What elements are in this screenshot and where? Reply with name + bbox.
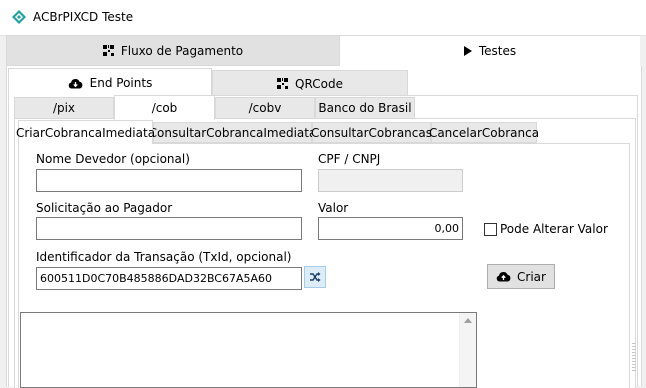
play-icon: [463, 46, 472, 56]
app-icon: [12, 10, 26, 24]
scroll-up-arrow-icon[interactable]: [464, 318, 472, 323]
response-memo[interactable]: [20, 312, 477, 388]
panel-scrollbar[interactable]: [630, 143, 638, 388]
tab-fluxo-de-pagamento[interactable]: Fluxo de Pagamento: [6, 35, 340, 66]
tab-testes-label: Testes: [478, 44, 517, 58]
cpf-cnpj-input[interactable]: [318, 169, 463, 192]
generate-txid-button[interactable]: [304, 266, 326, 288]
tab-criar-cobranca-imediata[interactable]: CriarCobrancaImediata: [16, 120, 155, 144]
solicitacao-label: Solicitação ao Pagador: [36, 201, 173, 215]
tab-cobv[interactable]: /cobv: [215, 97, 315, 119]
nome-devedor-label: Nome Devedor (opcional): [36, 152, 190, 166]
valor-input[interactable]: 0,00: [318, 217, 463, 240]
tab-fluxo-label: Fluxo de Pagamento: [120, 43, 244, 58]
tab-cob[interactable]: /cob: [114, 95, 215, 120]
txid-label: Identificador da Transação (TxId, opcion…: [36, 250, 292, 264]
window-title: ACBrPIXCD Teste: [33, 10, 134, 24]
tab-end-points[interactable]: End Points: [8, 68, 212, 97]
tab-qrcode-label: QRCode: [295, 76, 343, 91]
qr-icon: [102, 45, 114, 56]
valor-label: Valor: [318, 201, 349, 215]
nome-devedor-input[interactable]: [36, 169, 302, 192]
cloud-upload-icon: [496, 271, 511, 282]
pode-alterar-valor-label[interactable]: Pode Alterar Valor: [500, 222, 608, 236]
title-bar: ACBrPIXCD Teste: [0, 0, 646, 36]
tab-consultar-cobrancas[interactable]: ConsultarCobrancas: [311, 122, 432, 143]
shuffle-icon: [310, 272, 321, 282]
txid-input[interactable]: 600511D0C70B485886DAD32BC67A5A60: [36, 267, 302, 290]
cloud-download-icon: [68, 78, 83, 88]
solicitacao-input[interactable]: [36, 217, 302, 240]
tab-testes[interactable]: Testes: [340, 35, 640, 66]
tab-end-points-label: End Points: [89, 76, 153, 90]
memo-scrollbar[interactable]: [459, 313, 476, 387]
tab-cancelar-cobranca[interactable]: CancelarCobranca: [429, 122, 539, 143]
resize-grip[interactable]: [632, 343, 636, 373]
tab-banco-do-brasil[interactable]: Banco do Brasil: [315, 97, 415, 119]
pode-alterar-valor-checkbox[interactable]: [484, 223, 497, 236]
cpf-cnpj-label: CPF / CNPJ: [318, 152, 381, 166]
criar-button[interactable]: Criar: [487, 264, 555, 289]
tab-consultar-cobranca-imediata[interactable]: ConsultarCobrancaImediata: [149, 122, 316, 143]
tab-qrcode[interactable]: QRCode: [212, 70, 408, 97]
qr-icon: [277, 78, 289, 89]
tab-pix[interactable]: /pix: [14, 97, 114, 119]
criar-button-label: Criar: [517, 269, 546, 284]
